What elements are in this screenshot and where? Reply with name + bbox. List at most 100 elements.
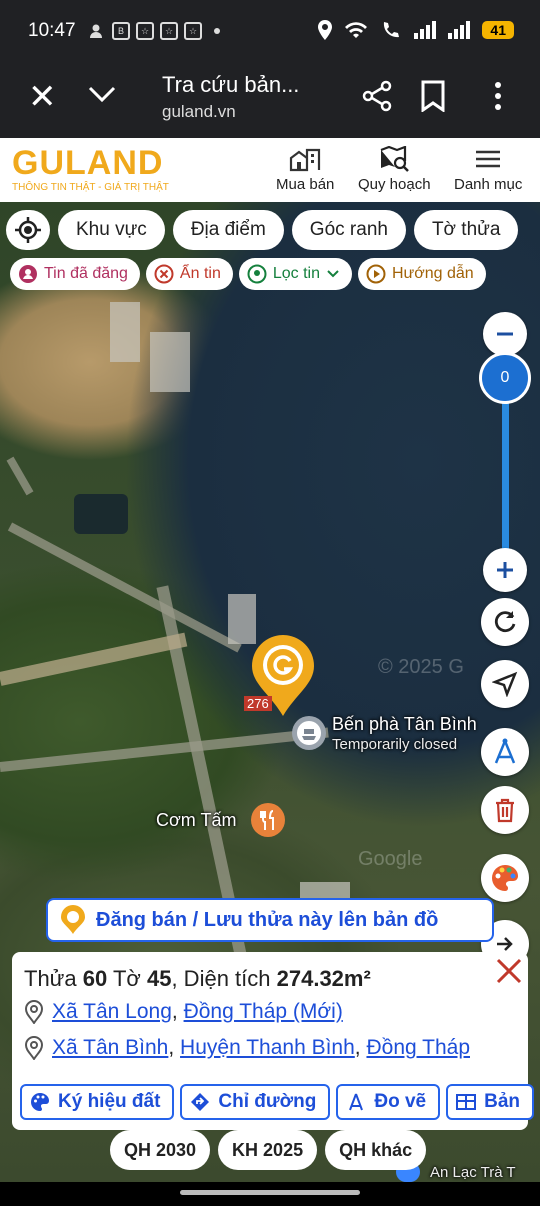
chip-tin-da-dang[interactable]: Tin đã đăng — [10, 258, 140, 290]
chip-an-tin[interactable]: Ẩn tin — [145, 258, 233, 290]
map-road — [6, 456, 34, 496]
measure-draw-button[interactable]: Đo vẽ — [336, 1084, 441, 1120]
status-right: 41 — [318, 20, 514, 40]
nav-mua-ban[interactable]: Mua bán — [276, 146, 334, 193]
commune-link[interactable]: Xã Tân Long — [52, 1000, 172, 1023]
table-button[interactable]: Bản — [446, 1084, 535, 1120]
parcel-info-card: Thửa 60 Tờ 45, Diện tích 274.32m² Xã Tân… — [12, 952, 535, 1130]
more-notifications-dot — [214, 28, 220, 34]
status-time: 10:47 — [28, 20, 76, 41]
restaurant-label[interactable]: Cơm Tấm — [156, 810, 236, 831]
guland-pin-icon — [61, 905, 85, 934]
directions-button[interactable]: Chỉ đường — [180, 1084, 331, 1120]
compass-draw-icon — [494, 738, 516, 764]
nav-label: Quy hoạch — [358, 176, 431, 193]
planning-layer-bar: QH 2030 KH 2025 QH khác — [110, 1130, 427, 1170]
navigate-button[interactable] — [481, 660, 529, 708]
chip-label: Lọc tin — [272, 265, 320, 282]
measure-button[interactable] — [481, 728, 529, 776]
home-gesture-handle[interactable] — [180, 1190, 360, 1195]
nav-quy-hoach[interactable]: Quy hoạch — [358, 146, 431, 193]
close-icon[interactable] — [494, 956, 524, 986]
commune-link[interactable]: Xã Tân Bình — [52, 1036, 168, 1059]
app-icon: ☆ — [136, 22, 154, 40]
navigation-arrow-icon — [492, 671, 518, 697]
chevron-down-icon — [327, 270, 339, 278]
site-header: GULAND THÔNG TIN THẬT - GIÁ TRỊ THẬT Mua… — [0, 138, 540, 202]
area-label: , Diện tích — [171, 966, 271, 991]
filter-dia-diem[interactable]: Địa điểm — [172, 210, 284, 250]
plot-label: Thửa — [24, 966, 77, 991]
palette-icon — [492, 865, 518, 891]
nav-danh-muc[interactable]: Danh mục — [454, 146, 522, 193]
page-url[interactable]: guland.vn — [162, 102, 236, 122]
action-label: Bản — [484, 1091, 521, 1112]
map-pin-icon — [24, 1000, 44, 1024]
trash-icon — [496, 798, 514, 823]
sheet-label: Tờ — [112, 966, 141, 991]
province-link[interactable]: Đồng Tháp — [366, 1036, 470, 1059]
call-icon — [384, 22, 400, 38]
post-listing-label: Đăng bán / Lưu thửa này lên bản đồ — [96, 908, 439, 931]
zoom-in-button[interactable] — [483, 548, 527, 592]
crosshair-icon — [15, 217, 41, 243]
bookmark-icon[interactable] — [420, 80, 446, 112]
zoom-knob[interactable]: 0 — [479, 352, 531, 404]
restaurant-icon[interactable] — [250, 802, 286, 838]
logo-tagline: THÔNG TIN THẬT - GIÁ TRỊ THẬT — [12, 182, 169, 193]
action-label: Ký hiệu đất — [58, 1091, 161, 1112]
filter-bar: Khu vực Địa điểm Góc ranh Tờ thửa — [6, 210, 519, 250]
layer-kh-2025[interactable]: KH 2025 — [218, 1130, 318, 1170]
ferry-icon[interactable] — [290, 714, 328, 752]
chip-label: Hướng dẫn — [391, 265, 474, 282]
my-location-button[interactable] — [6, 210, 50, 250]
more-vert-icon[interactable] — [486, 80, 510, 112]
app-icon: ☆ — [184, 22, 202, 40]
action-label: Đo vẽ — [374, 1091, 427, 1112]
location-pin-icon — [247, 264, 267, 284]
parcel-title: Thửa 60 Tờ 45, Diện tích 274.32m² — [24, 966, 371, 992]
filter-goc-ranh[interactable]: Góc ranh — [291, 210, 406, 250]
news-icon: B — [112, 22, 130, 40]
sheet-number: 45 — [146, 966, 172, 991]
close-circle-icon — [154, 264, 174, 284]
map-road — [0, 632, 188, 686]
filter-khu-vuc[interactable]: Khu vực — [58, 210, 165, 250]
notification-icons: B ☆ ☆ ☆ — [88, 22, 220, 40]
district-link[interactable]: Huyện Thanh Bình — [180, 1036, 355, 1059]
map-road — [0, 727, 329, 772]
guland-logo[interactable]: GULAND THÔNG TIN THẬT - GIÁ TRỊ THẬT — [12, 146, 169, 193]
chevron-down-icon[interactable] — [86, 78, 118, 110]
color-palette-button[interactable] — [481, 854, 529, 902]
post-listing-banner[interactable]: Đăng bán / Lưu thửa này lên bản đồ — [46, 898, 494, 942]
land-symbol-button[interactable]: Ký hiệu đất — [20, 1084, 175, 1120]
satellite-map[interactable]: © 2025 G Google Khu vực Địa điểm Góc ran… — [0, 202, 540, 1182]
page-title: Tra cứu bản... — [162, 72, 300, 97]
zoom-slider[interactable]: 0 — [479, 312, 531, 592]
filter-to-thua[interactable]: Tờ thửa — [413, 210, 519, 250]
location-icon — [318, 20, 333, 40]
zoom-out-button[interactable] — [483, 312, 527, 356]
close-icon[interactable]: ✕ — [28, 80, 57, 114]
chip-huong-dan[interactable]: Hướng dẫn — [357, 258, 486, 290]
map-building — [150, 332, 190, 392]
delete-button[interactable] — [481, 786, 529, 834]
layer-qh-khac[interactable]: QH khác — [325, 1130, 427, 1170]
parcel-number-label: 276 — [244, 696, 272, 711]
chip-label: Ẩn tin — [179, 265, 221, 282]
address-old: Xã Tân Bình, Huyện Thanh Bình, Đồng Tháp — [24, 1036, 470, 1060]
card-actions: Ký hiệu đất Chỉ đường Đo vẽ Bản — [20, 1084, 535, 1120]
ferry-label[interactable]: Bến phà Tân Bình — [332, 714, 477, 735]
menu-icon — [476, 150, 501, 168]
building-icon — [290, 148, 321, 172]
nav-label: Mua bán — [276, 176, 335, 193]
share-icon[interactable] — [362, 80, 394, 112]
map-search-icon — [380, 146, 410, 172]
map-pin-icon — [24, 1036, 44, 1060]
layer-qh-2030[interactable]: QH 2030 — [110, 1130, 211, 1170]
plot-number: 60 — [82, 966, 108, 991]
chip-loc-tin[interactable]: Lọc tin — [238, 258, 352, 290]
refresh-button[interactable] — [481, 598, 529, 646]
province-link[interactable]: Đồng Tháp (Mới) — [184, 1000, 343, 1023]
play-circle-icon — [366, 264, 386, 284]
